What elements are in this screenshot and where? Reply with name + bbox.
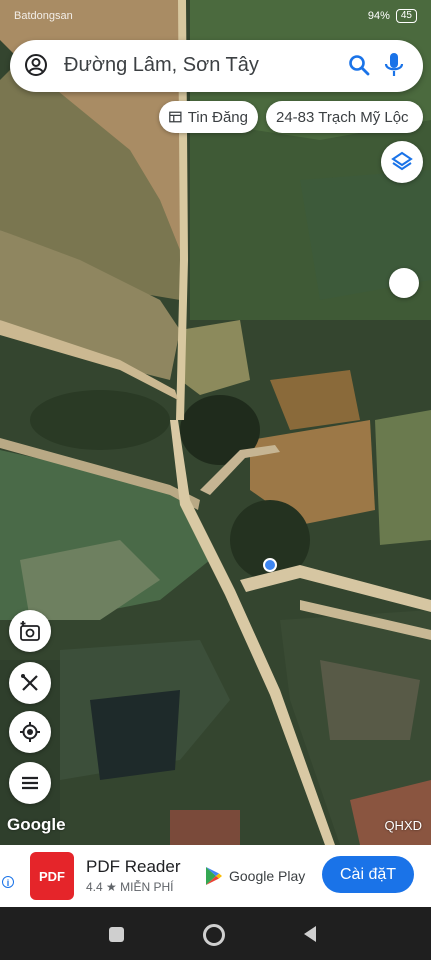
compass-button[interactable]: [389, 268, 419, 298]
plus-code-label: QHXD: [384, 818, 422, 833]
my-location-icon: [20, 722, 40, 742]
pdf-app-icon-text: PDF: [39, 869, 65, 884]
ad-title: PDF Reader: [86, 857, 181, 876]
my-location-button[interactable]: [9, 711, 51, 753]
back-icon[interactable]: [302, 925, 318, 943]
recents-icon[interactable]: [109, 927, 124, 942]
mic-icon[interactable]: [383, 52, 405, 78]
location-marker[interactable]: [263, 558, 277, 572]
battery-icon: 45: [395, 9, 417, 23]
menu-button[interactable]: [9, 762, 51, 804]
system-nav-bar: [0, 907, 431, 960]
status-right: 94% 45: [368, 9, 417, 23]
home-icon[interactable]: [203, 924, 225, 946]
layers-icon: [391, 151, 413, 171]
chip-location-label: 24-83 Trạch Mỹ Lộc: [276, 108, 409, 126]
ad-info-icon[interactable]: i: [2, 876, 14, 888]
chip-location[interactable]: 24-83 Trạch Mỹ Lộc: [266, 101, 423, 133]
search-icon[interactable]: [347, 53, 371, 77]
pdf-app-icon: PDF: [30, 852, 74, 900]
google-play-icon: [206, 867, 222, 885]
install-button[interactable]: Cài đặT: [322, 856, 414, 893]
measure-button[interactable]: [9, 662, 51, 704]
signal-percent: 94%: [367, 10, 390, 22]
chip-listings[interactable]: Tin Đăng: [159, 101, 258, 133]
account-icon[interactable]: [24, 53, 48, 77]
google-play-label: Google Play: [229, 868, 306, 884]
add-photo-button[interactable]: [9, 610, 51, 652]
add-photo-icon: [20, 621, 40, 641]
listing-icon: [169, 111, 182, 123]
status-left-text: Batdongsan: [14, 10, 73, 22]
search-input[interactable]: Đường Lâm, Sơn Tây: [64, 54, 259, 77]
measure-icon: [21, 674, 38, 691]
ad-rating: 4.4 ★ MIỄN PHÍ: [86, 880, 174, 894]
chip-listings-label: Tin Đăng: [187, 108, 248, 126]
ad-banner[interactable]: i PDF PDF Reader 4.4 ★ MIỄN PHÍ Google P…: [0, 845, 431, 907]
google-play-badge: Google Play: [205, 866, 305, 886]
search-bar[interactable]: Đường Lâm, Sơn Tây: [10, 40, 423, 92]
google-watermark: Google: [7, 815, 66, 834]
menu-icon: [22, 776, 38, 790]
layers-button[interactable]: [381, 141, 423, 183]
status-bar: Batdongsan 94% 45: [0, 0, 431, 34]
